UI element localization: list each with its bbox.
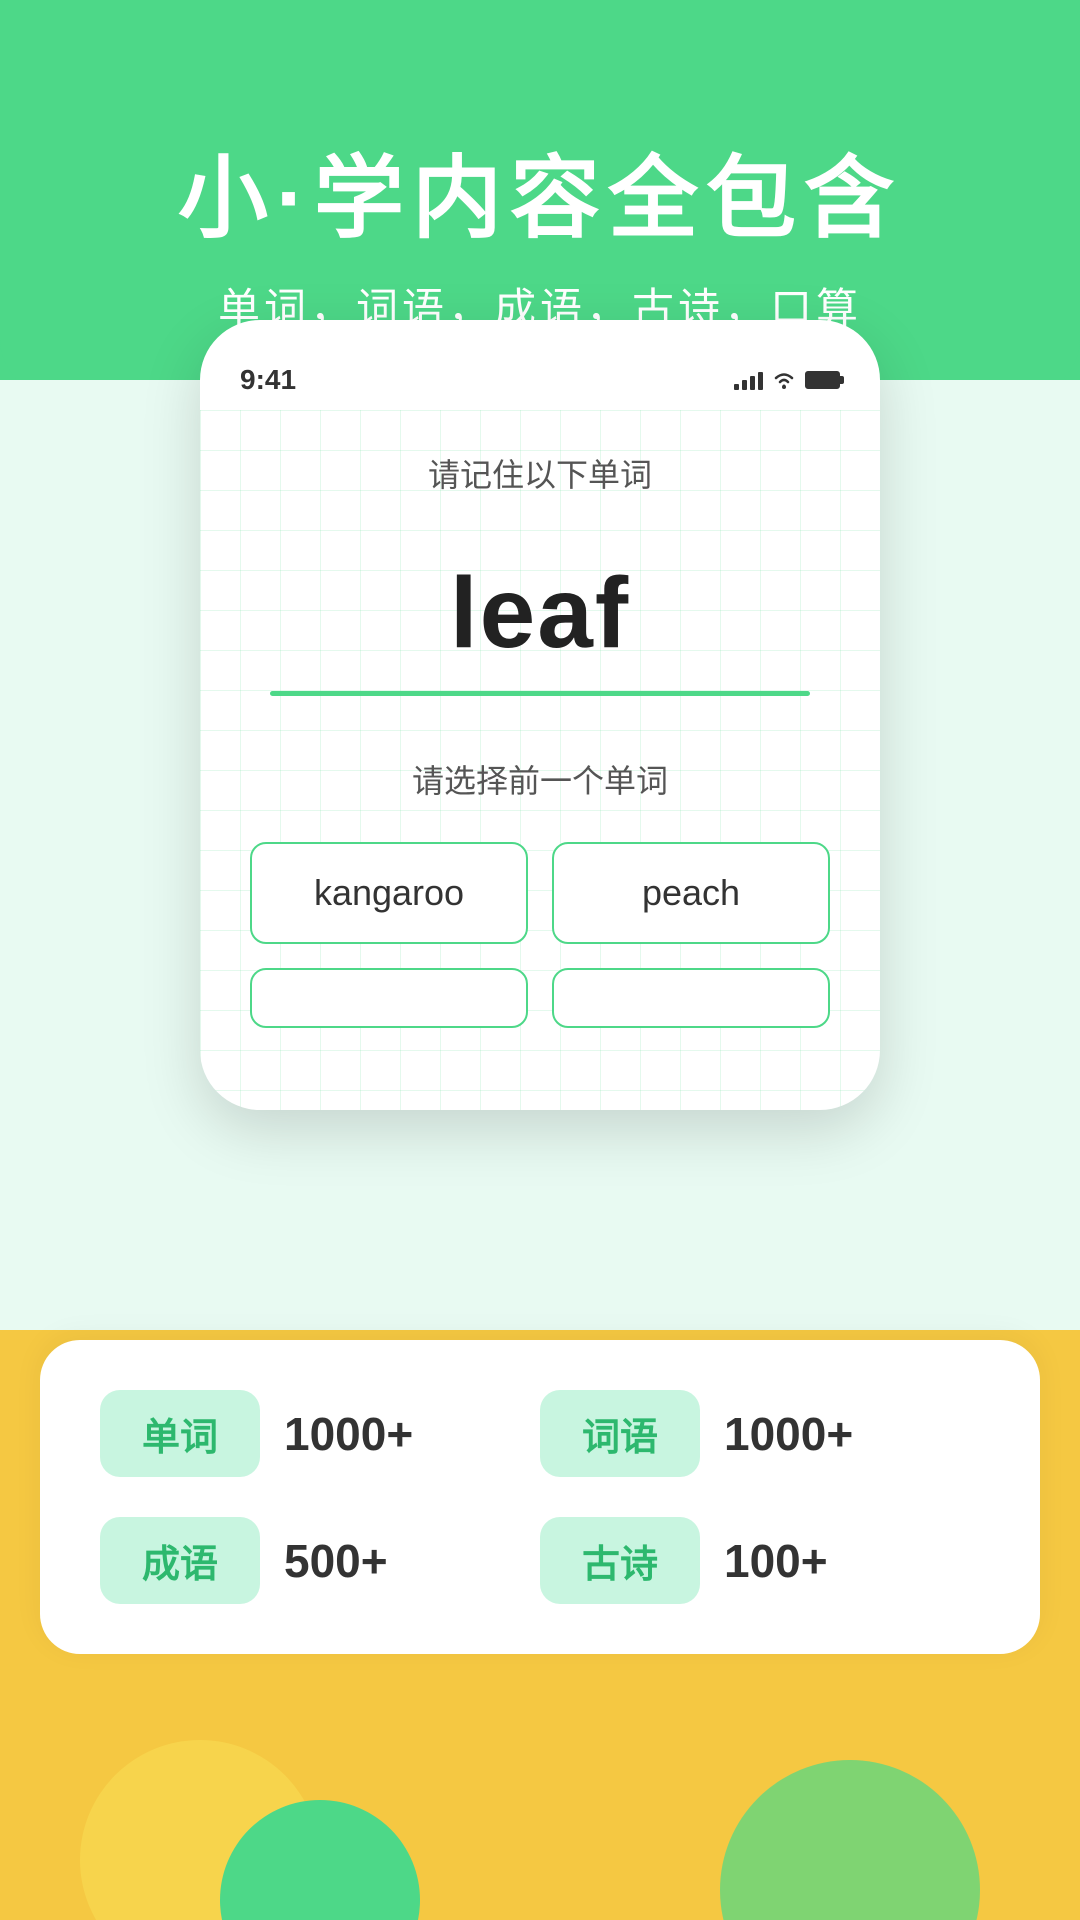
option-partial-1[interactable] <box>250 968 528 1028</box>
status-icons <box>734 370 840 390</box>
word-underline <box>270 691 810 696</box>
options-grid: kangaroo peach <box>250 842 830 1028</box>
stat-badge-vocabulary: 单词 <box>100 1390 260 1477</box>
stat-count-words: 1000+ <box>724 1407 853 1461</box>
stat-count-idioms: 500+ <box>284 1534 388 1588</box>
main-title: 小·学内容全包含 <box>178 125 902 255</box>
stat-item-idioms: 成语 500+ <box>100 1517 540 1604</box>
stats-card: 单词 1000+ 词语 1000+ 成语 500+ 古诗 100+ <box>40 1340 1040 1654</box>
stats-row-1: 单词 1000+ 词语 1000+ <box>100 1390 980 1477</box>
phone-time: 9:41 <box>240 364 296 396</box>
status-bar: 9:41 <box>200 350 880 410</box>
word-display: leaf <box>250 556 830 671</box>
option-kangaroo[interactable]: kangaroo <box>250 842 528 944</box>
stat-count-poetry: 100+ <box>724 1534 828 1588</box>
stats-row-2: 成语 500+ 古诗 100+ <box>100 1517 980 1604</box>
wifi-icon <box>771 370 797 390</box>
bottom-section: 单词 1000+ 词语 1000+ 成语 500+ 古诗 100+ <box>0 1340 1080 1920</box>
phone-mockup: 9:41 <box>200 320 880 1110</box>
stat-item-words: 词语 1000+ <box>540 1390 980 1477</box>
stat-badge-poetry: 古诗 <box>540 1517 700 1604</box>
option-partial-2[interactable] <box>552 968 830 1028</box>
stat-badge-idioms: 成语 <box>100 1517 260 1604</box>
phone-mockup-container: 9:41 <box>200 320 880 1110</box>
battery-icon <box>805 371 840 389</box>
stat-badge-words: 词语 <box>540 1390 700 1477</box>
signal-icon <box>734 370 763 390</box>
instruction-text: 请记住以下单词 <box>250 450 830 496</box>
deco-circle-green-2 <box>720 1760 980 1920</box>
option-peach[interactable]: peach <box>552 842 830 944</box>
decorative-circles <box>0 1720 1080 1920</box>
stat-count-vocabulary: 1000+ <box>284 1407 413 1461</box>
phone-content: 请记住以下单词 leaf 请选择前一个单词 kangaroo peach <box>200 410 880 1110</box>
select-instruction: 请选择前一个单词 <box>250 756 830 802</box>
stat-item-vocabulary: 单词 1000+ <box>100 1390 540 1477</box>
stat-item-poetry: 古诗 100+ <box>540 1517 980 1604</box>
